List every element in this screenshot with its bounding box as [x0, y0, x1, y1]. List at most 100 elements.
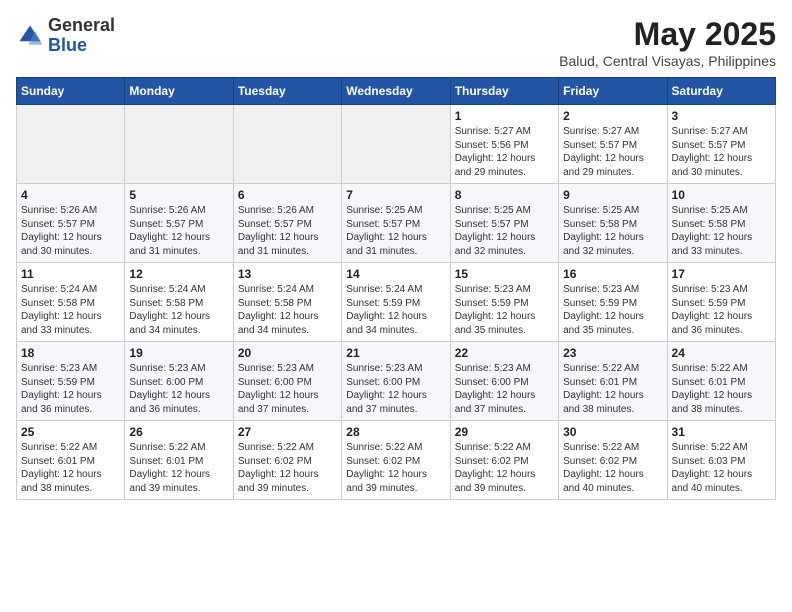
day-number: 18 — [21, 346, 120, 360]
day-info: Sunrise: 5:22 AM Sunset: 6:01 PM Dayligh… — [129, 441, 228, 495]
calendar-cell: 20 Sunrise: 5:23 AM Sunset: 6:00 PM Dayli… — [233, 342, 341, 421]
day-info: Sunrise: 5:22 AM Sunset: 6:02 PM Dayligh… — [346, 441, 445, 495]
calendar-cell — [233, 105, 341, 184]
calendar-cell: 13Sunrise: 5:24 AM Sunset: 5:58 PM Dayli… — [233, 263, 341, 342]
calendar-cell: 3Sunrise: 5:27 AM Sunset: 5:57 PM Daylig… — [667, 105, 775, 184]
calendar-cell: 14 Sunrise: 5:24 AM Sunset: 5:59 PM Dayli… — [342, 263, 450, 342]
day-info: Sunrise: 5:27 AM Sunset: 5:57 PM Dayligh… — [563, 125, 662, 179]
calendar-cell: 22 Sunrise: 5:23 AM Sunset: 6:00 PM Dayli… — [450, 342, 558, 421]
day-number: 9 — [563, 188, 662, 202]
day-number: 8 — [455, 188, 554, 202]
week-row-3: 11Sunrise: 5:24 AM Sunset: 5:58 PM Dayli… — [17, 263, 776, 342]
day-number: 20 — [238, 346, 337, 360]
weekday-header-wednesday: Wednesday — [342, 78, 450, 105]
calendar-cell — [17, 105, 125, 184]
calendar-cell: 9 Sunrise: 5:25 AM Sunset: 5:58 PM Daylig… — [559, 184, 667, 263]
day-number: 15 — [455, 267, 554, 281]
day-info: Sunrise: 5:24 AM Sunset: 5:59 PM Dayligh… — [346, 283, 445, 337]
calendar-cell: 31 Sunrise: 5:22 AM Sunset: 6:03 PM Dayli… — [667, 421, 775, 500]
calendar-cell: 8Sunrise: 5:25 AM Sunset: 5:57 PM Daylig… — [450, 184, 558, 263]
day-info: Sunrise: 5:23 AM Sunset: 6:00 PM Dayligh… — [238, 362, 337, 416]
calendar-cell: 25 Sunrise: 5:22 AM Sunset: 6:01 PM Dayli… — [17, 421, 125, 500]
calendar-table: SundayMondayTuesdayWednesdayThursdayFrid… — [16, 77, 776, 500]
calendar-cell: 4Sunrise: 5:26 AM Sunset: 5:57 PM Daylig… — [17, 184, 125, 263]
day-number: 3 — [672, 109, 771, 123]
logo: General Blue — [16, 16, 115, 56]
day-number: 10 — [672, 188, 771, 202]
day-info: Sunrise: 5:22 AM Sunset: 6:03 PM Dayligh… — [672, 441, 771, 495]
day-info: Sunrise: 5:22 AM Sunset: 6:02 PM Dayligh… — [238, 441, 337, 495]
day-number: 22 — [455, 346, 554, 360]
header: General Blue May 2025 Balud, Central Vis… — [16, 16, 776, 69]
week-row-1: 1Sunrise: 5:27 AM Sunset: 5:56 PM Daylig… — [17, 105, 776, 184]
day-number: 23 — [563, 346, 662, 360]
calendar-cell: 24Sunrise: 5:22 AM Sunset: 6:01 PM Dayli… — [667, 342, 775, 421]
calendar-cell: 21 Sunrise: 5:23 AM Sunset: 6:00 PM Dayli… — [342, 342, 450, 421]
month-year: May 2025 — [559, 16, 776, 53]
day-info: Sunrise: 5:23 AM Sunset: 6:00 PM Dayligh… — [129, 362, 228, 416]
calendar-cell — [125, 105, 233, 184]
day-info: Sunrise: 5:23 AM Sunset: 5:59 PM Dayligh… — [672, 283, 771, 337]
calendar-cell: 6 Sunrise: 5:26 AM Sunset: 5:57 PM Daylig… — [233, 184, 341, 263]
calendar-cell: 5Sunrise: 5:26 AM Sunset: 5:57 PM Daylig… — [125, 184, 233, 263]
day-number: 5 — [129, 188, 228, 202]
day-number: 16 — [563, 267, 662, 281]
day-info: Sunrise: 5:24 AM Sunset: 5:58 PM Dayligh… — [21, 283, 120, 337]
day-number: 31 — [672, 425, 771, 439]
calendar-cell: 23 Sunrise: 5:22 AM Sunset: 6:01 PM Dayli… — [559, 342, 667, 421]
day-info: Sunrise: 5:22 AM Sunset: 6:02 PM Dayligh… — [455, 441, 554, 495]
calendar-cell: 2 Sunrise: 5:27 AM Sunset: 5:57 PM Daylig… — [559, 105, 667, 184]
day-number: 27 — [238, 425, 337, 439]
weekday-header-tuesday: Tuesday — [233, 78, 341, 105]
weekday-header-monday: Monday — [125, 78, 233, 105]
calendar-cell: 29 Sunrise: 5:22 AM Sunset: 6:02 PM Dayli… — [450, 421, 558, 500]
day-info: Sunrise: 5:23 AM Sunset: 5:59 PM Dayligh… — [455, 283, 554, 337]
logo-blue: Blue — [48, 35, 87, 55]
week-row-2: 4 Sunrise: 5:26 AM Sunset: 5:57 PM Daylig… — [17, 184, 776, 263]
day-info: Sunrise: 5:26 AM Sunset: 5:57 PM Dayligh… — [238, 204, 337, 258]
day-info: Sunrise: 5:25 AM Sunset: 5:57 PM Dayligh… — [346, 204, 445, 258]
day-number: 30 — [563, 425, 662, 439]
title-section: May 2025 Balud, Central Visayas, Philipp… — [559, 16, 776, 69]
calendar-cell: 7 Sunrise: 5:25 AM Sunset: 5:57 PM Daylig… — [342, 184, 450, 263]
day-info: Sunrise: 5:25 AM Sunset: 5:58 PM Dayligh… — [563, 204, 662, 258]
calendar-cell: 27 Sunrise: 5:22 AM Sunset: 6:02 PM Dayli… — [233, 421, 341, 500]
day-number: 24 — [672, 346, 771, 360]
weekday-header-saturday: Saturday — [667, 78, 775, 105]
day-number: 12 — [129, 267, 228, 281]
day-info: Sunrise: 5:22 AM Sunset: 6:01 PM Dayligh… — [21, 441, 120, 495]
weekday-header-friday: Friday — [559, 78, 667, 105]
calendar-cell: 1Sunrise: 5:27 AM Sunset: 5:56 PM Daylig… — [450, 105, 558, 184]
day-number: 7 — [346, 188, 445, 202]
calendar-cell: 17 Sunrise: 5:23 AM Sunset: 5:59 PM Dayli… — [667, 263, 775, 342]
day-info: Sunrise: 5:23 AM Sunset: 5:59 PM Dayligh… — [21, 362, 120, 416]
calendar-cell: 16 Sunrise: 5:23 AM Sunset: 5:59 PM Dayli… — [559, 263, 667, 342]
day-info: Sunrise: 5:23 AM Sunset: 6:00 PM Dayligh… — [455, 362, 554, 416]
day-number: 6 — [238, 188, 337, 202]
day-number: 4 — [21, 188, 120, 202]
day-number: 21 — [346, 346, 445, 360]
day-info: Sunrise: 5:24 AM Sunset: 5:58 PM Dayligh… — [129, 283, 228, 337]
day-number: 19 — [129, 346, 228, 360]
day-info: Sunrise: 5:22 AM Sunset: 6:02 PM Dayligh… — [563, 441, 662, 495]
calendar-cell: 10 Sunrise: 5:25 AM Sunset: 5:58 PM Dayli… — [667, 184, 775, 263]
day-number: 2 — [563, 109, 662, 123]
calendar-cell: 26Sunrise: 5:22 AM Sunset: 6:01 PM Dayli… — [125, 421, 233, 500]
weekday-header-thursday: Thursday — [450, 78, 558, 105]
calendar-cell: 11Sunrise: 5:24 AM Sunset: 5:58 PM Dayli… — [17, 263, 125, 342]
day-info: Sunrise: 5:22 AM Sunset: 6:01 PM Dayligh… — [563, 362, 662, 416]
day-number: 14 — [346, 267, 445, 281]
day-number: 13 — [238, 267, 337, 281]
day-number: 29 — [455, 425, 554, 439]
week-row-5: 25 Sunrise: 5:22 AM Sunset: 6:01 PM Dayli… — [17, 421, 776, 500]
day-number: 25 — [21, 425, 120, 439]
day-info: Sunrise: 5:23 AM Sunset: 5:59 PM Dayligh… — [563, 283, 662, 337]
calendar-cell: 19 Sunrise: 5:23 AM Sunset: 6:00 PM Dayli… — [125, 342, 233, 421]
calendar-cell: 15 Sunrise: 5:23 AM Sunset: 5:59 PM Dayli… — [450, 263, 558, 342]
day-number: 17 — [672, 267, 771, 281]
calendar-cell — [342, 105, 450, 184]
logo-icon — [16, 22, 44, 50]
day-info: Sunrise: 5:23 AM Sunset: 6:00 PM Dayligh… — [346, 362, 445, 416]
location: Balud, Central Visayas, Philippines — [559, 53, 776, 69]
day-info: Sunrise: 5:25 AM Sunset: 5:58 PM Dayligh… — [672, 204, 771, 258]
